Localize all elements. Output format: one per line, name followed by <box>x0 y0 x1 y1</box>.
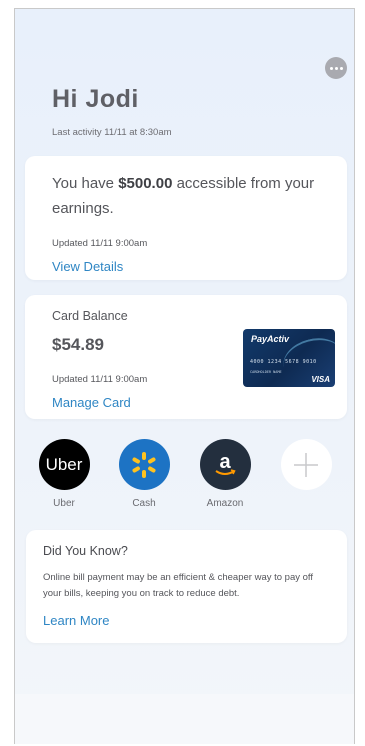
last-activity-text: Last activity 11/11 at 8:30am <box>52 127 172 138</box>
shortcut-add[interactable] <box>276 439 336 490</box>
ellipsis-icon <box>329 66 333 70</box>
card-balance-value: $54.89 <box>52 335 104 354</box>
accessible-amount: $500.00 <box>118 175 173 192</box>
cardholder-name: CARDHOLDER NAME <box>250 370 282 374</box>
payactiv-logo: PayActiv <box>251 334 290 344</box>
accessible-earnings-text: You have $500.00 accessible from your ea… <box>52 175 315 217</box>
bottom-area <box>15 694 354 744</box>
shortcut-uber[interactable]: Uber Uber <box>34 439 94 509</box>
shortcut-label: Cash <box>132 498 156 509</box>
view-details-link[interactable]: View Details <box>52 259 123 274</box>
card-number: 4000 1234 5678 9010 <box>250 359 317 365</box>
walmart-spark-icon[interactable] <box>118 439 170 490</box>
learn-more-link[interactable]: Learn More <box>43 613 109 628</box>
plus-icon[interactable] <box>280 439 332 490</box>
did-you-know-card: Did You Know? Online bill payment may be… <box>26 530 347 643</box>
did-you-know-body: Online bill payment may be an efficient … <box>43 572 314 599</box>
visa-logo: VISA <box>311 375 330 384</box>
shortcut-label: Uber <box>53 498 75 509</box>
balance-updated-text: Updated 11/11 9:00am <box>52 374 148 385</box>
shortcut-cash[interactable]: Cash <box>114 439 174 509</box>
accessible-earnings-card: You have $500.00 accessible from your ea… <box>25 156 347 280</box>
manage-card-link[interactable]: Manage Card <box>52 395 131 410</box>
card-balance-label: Card Balance <box>52 309 128 323</box>
card-balance-card: Card Balance $54.89 Updated 11/11 9:00am… <box>25 295 347 419</box>
shortcut-label: Amazon <box>206 498 244 509</box>
app-screen: Hi Jodi Last activity 11/11 at 8:30am Yo… <box>14 8 355 744</box>
amazon-letter: a <box>219 451 231 473</box>
shortcut-amazon[interactable]: a Amazon <box>195 439 255 509</box>
debit-card-image[interactable]: PayActiv 4000 1234 5678 9010 CARDHOLDER … <box>243 329 335 387</box>
did-you-know-title: Did You Know? <box>43 544 128 558</box>
more-options-button[interactable] <box>325 57 347 79</box>
amazon-logo-icon[interactable]: a <box>199 439 251 490</box>
accessible-updated-text: Updated 11/11 9:00am <box>52 238 148 249</box>
uber-logo-icon[interactable]: Uber <box>38 439 90 490</box>
greeting-title: Hi Jodi <box>52 85 139 113</box>
